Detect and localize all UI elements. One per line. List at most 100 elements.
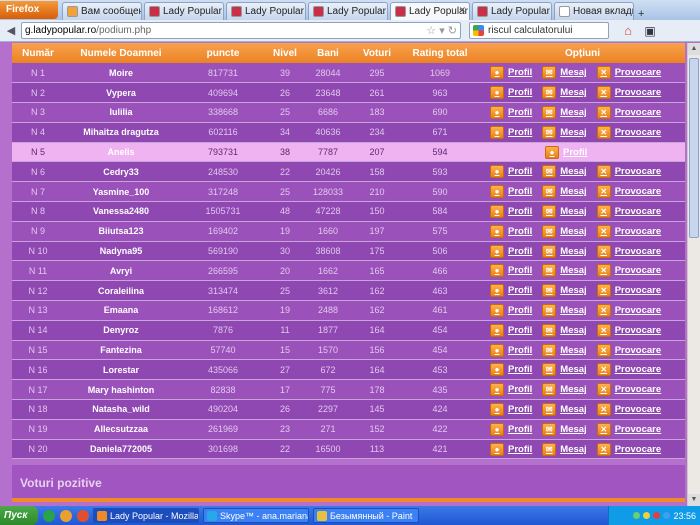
cell-level: 25 [268, 102, 302, 123]
message-button[interactable]: ✉ Mesaj [542, 402, 587, 416]
message-button[interactable]: ✉ Mesaj [542, 125, 587, 139]
message-button[interactable]: ✉ Mesaj [542, 244, 587, 258]
profile-button[interactable]: ● Profil [490, 105, 532, 119]
challenge-button[interactable]: ✕ Provocare [596, 402, 661, 416]
challenge-button[interactable]: ✕ Provocare [596, 86, 661, 100]
start-button[interactable]: Пуск [0, 506, 38, 525]
challenge-button[interactable]: ✕ Provocare [596, 323, 661, 337]
profile-button[interactable]: ● Profil [490, 204, 533, 218]
browser-tab[interactable]: Lady Popular [226, 2, 306, 20]
profile-button[interactable]: ● Profil [490, 363, 532, 377]
challenge-button[interactable]: ✕ Provocare [596, 442, 661, 456]
profile-button[interactable]: ● Profil [490, 303, 532, 317]
message-button[interactable]: ✉ Mesaj [542, 422, 587, 436]
table-header-row: Număr Numele Doamnei puncte Nivel Bani V… [12, 43, 685, 63]
scroll-up-icon[interactable]: ▲ [688, 43, 700, 55]
quicklaunch-icon[interactable] [60, 509, 72, 522]
browser-tab[interactable]: Lady Popular [144, 2, 224, 20]
profile-button[interactable]: ● Profil [490, 86, 532, 100]
message-button[interactable]: ✉ Mesaj [542, 264, 587, 278]
new-tab-button[interactable]: + [634, 8, 648, 20]
challenge-button[interactable]: ✕ Provocare [596, 343, 661, 357]
challenge-button[interactable]: ✕ Provocare [596, 383, 661, 397]
cell-money: 1570 [302, 340, 354, 361]
message-button[interactable]: ✉ Mesaj [542, 105, 587, 119]
lady-popular-icon [149, 6, 160, 17]
cell-rank: N 18 [12, 399, 64, 420]
challenge-button[interactable]: ✕ Provocare [596, 185, 661, 199]
taskbar-task[interactable]: Skype™ - ana.mariana12 [203, 508, 309, 523]
profile-button[interactable]: ● Profil [490, 422, 532, 436]
message-button[interactable]: ✉ Mesaj [542, 204, 587, 218]
browser-tab[interactable]: Lady Popular [472, 2, 552, 20]
message-button-label: Mesaj [560, 205, 587, 217]
message-button[interactable]: ✉ Mesaj [542, 165, 587, 179]
profile-button[interactable]: ● Profil [490, 244, 532, 258]
scroll-thumb[interactable] [689, 58, 699, 238]
browser-tab[interactable]: Новая вкладка [554, 2, 634, 20]
profile-button[interactable]: ● Profil [490, 185, 532, 199]
challenge-button[interactable]: ✕ Provocare [596, 224, 661, 238]
message-button[interactable]: ✉ Mesaj [542, 363, 587, 377]
challenge-button[interactable]: ✕ Provocare [596, 165, 661, 179]
firefox-menu-button[interactable]: Firefox [0, 1, 58, 19]
profile-button[interactable]: ● Profil [490, 264, 532, 278]
profile-button[interactable]: ● Profil [490, 165, 532, 179]
tray-icon[interactable] [633, 512, 641, 519]
challenge-button[interactable]: ✕ Provocare [596, 204, 661, 218]
back-icon[interactable]: ◀ [3, 23, 19, 39]
challenge-button[interactable]: ✕ Provocare [596, 422, 661, 436]
challenge-button[interactable]: ✕ Provocare [596, 244, 661, 258]
profile-button[interactable]: ● Profil [490, 284, 532, 298]
scroll-down-icon[interactable]: ▼ [688, 494, 700, 506]
close-tab-icon[interactable]: ✕ [458, 5, 466, 16]
message-button[interactable]: ✉ Mesaj [542, 284, 587, 298]
taskbar-task[interactable]: Безымянный - Paint [313, 508, 419, 523]
browser-tab[interactable]: Lady Popular [308, 2, 388, 20]
profile-button[interactable]: ● Profil [490, 125, 532, 139]
profile-button[interactable]: ● Profil [490, 323, 532, 337]
home-icon[interactable]: ⌂ [619, 23, 637, 39]
profile-button[interactable]: ● Profil [490, 442, 532, 456]
challenge-button[interactable]: ✕ Provocare [596, 264, 661, 278]
message-button[interactable]: ✉ Mesaj [542, 323, 587, 337]
bookmark-star-icon[interactable]: ☆ ▾ ↻ [426, 24, 457, 37]
search-input[interactable]: riscul calculatorului [469, 22, 609, 39]
profile-button[interactable]: ● Profil [490, 224, 532, 238]
quicklaunch-icon[interactable] [43, 509, 55, 522]
url-bar[interactable]: g.ladypopular.ro/podium.php ☆ ▾ ↻ [21, 22, 461, 39]
tray-icon[interactable] [663, 512, 671, 519]
challenge-button-label: Provocare [614, 304, 662, 316]
challenge-button[interactable]: ✕ Provocare [596, 66, 661, 80]
profile-button[interactable]: ● Profil [490, 383, 532, 397]
challenge-button[interactable]: ✕ Provocare [596, 284, 661, 298]
message-button[interactable]: ✉ Mesaj [542, 303, 587, 317]
profile-button[interactable]: ● Profil [490, 66, 532, 80]
message-button[interactable]: ✉ Mesaj [542, 343, 587, 357]
challenge-button[interactable]: ✕ Provocare [596, 363, 661, 377]
profile-button[interactable]: ● Profil [490, 402, 532, 416]
tray-icon[interactable] [643, 512, 651, 519]
page-scrollbar[interactable]: ▲ ▼ [687, 43, 700, 506]
sidebar-toggle-icon[interactable]: ▣ [641, 23, 659, 39]
quicklaunch-icon[interactable] [77, 509, 89, 522]
cell-level: 17 [268, 379, 302, 401]
message-button[interactable]: ✉ Mesaj [542, 66, 587, 80]
message-button[interactable]: ✉ Mesaj [542, 383, 587, 397]
browser-tab[interactable]: Вам сообщение! [62, 2, 142, 20]
profile-button[interactable]: ● Profil [545, 145, 587, 159]
taskbar-task[interactable]: Lady Popular - Mozilla... [93, 508, 199, 523]
message-button-label: Mesaj [560, 403, 587, 415]
browser-tab[interactable]: Lady Popular ✕ [390, 2, 470, 20]
profile-button[interactable]: ● Profil [490, 343, 532, 357]
challenge-button[interactable]: ✕ Provocare [596, 105, 661, 119]
message-button[interactable]: ✉ Mesaj [542, 442, 587, 456]
message-button[interactable]: ✉ Mesaj [542, 224, 587, 238]
crossed-swords-icon: ✕ [596, 442, 611, 456]
message-button[interactable]: ✉ Mesaj [542, 86, 587, 100]
challenge-button[interactable]: ✕ Provocare [596, 303, 662, 317]
challenge-button[interactable]: ✕ Provocare [596, 125, 661, 139]
profile-button-label: Profil [508, 205, 533, 217]
message-button[interactable]: ✉ Mesaj [542, 185, 587, 199]
tray-icon[interactable] [653, 512, 661, 519]
